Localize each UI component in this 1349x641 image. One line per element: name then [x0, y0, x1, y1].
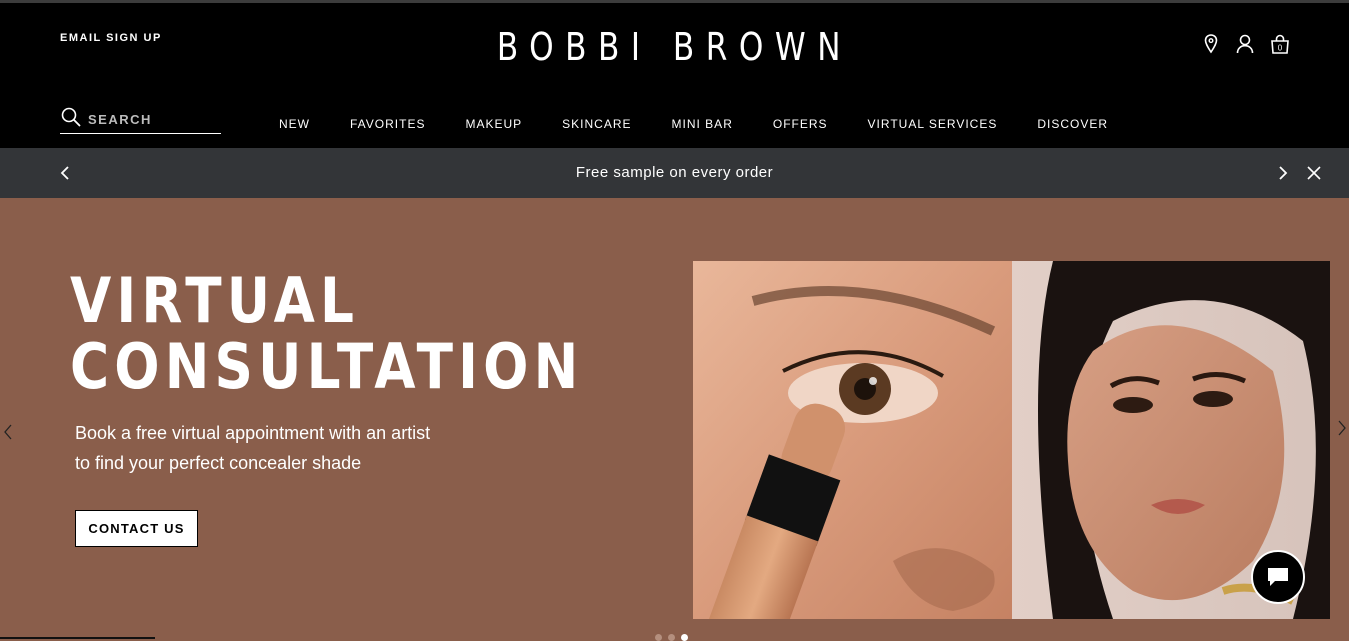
nav-item-offers[interactable]: OFFERS — [773, 117, 828, 131]
hero-image — [693, 261, 1330, 619]
carousel-dot-active[interactable] — [681, 634, 688, 641]
carousel-dot[interactable] — [668, 634, 675, 641]
bag-icon[interactable]: 0 — [1269, 33, 1289, 55]
nav-item-makeup[interactable]: MAKEUP — [465, 117, 522, 131]
header-icons: 0 — [1201, 33, 1289, 55]
carousel-dots — [655, 634, 688, 641]
hero-subtitle-line2: to find your perfect concealer shade — [75, 453, 362, 473]
chat-icon — [1268, 568, 1288, 586]
hero-title: VIRTUAL CONSULTATION — [70, 268, 583, 400]
nav-item-new[interactable]: NEW — [279, 117, 310, 131]
close-icon[interactable] — [1304, 162, 1324, 184]
promo-text: Free sample on every order — [575, 164, 774, 181]
promo-next-icon[interactable] — [1274, 162, 1294, 184]
chat-button[interactable] — [1251, 550, 1305, 604]
brand-logo[interactable]: BOBBI BROWN — [121, 25, 1227, 69]
nav-item-favorites[interactable]: FAVORITES — [350, 117, 425, 131]
hero-title-line1: VIRTUAL — [70, 264, 360, 337]
contact-us-button[interactable]: CONTACT US — [75, 510, 198, 547]
carousel-next-icon[interactable] — [1336, 418, 1348, 438]
nav-item-discover[interactable]: DISCOVER — [1037, 117, 1108, 131]
promo-banner: Free sample on every order — [0, 148, 1349, 198]
search-icon[interactable] — [60, 106, 82, 133]
account-icon[interactable] — [1235, 33, 1255, 55]
hero-title-line2: CONSULTATION — [70, 330, 584, 403]
main-nav: NEW FAVORITES MAKEUP SKINCARE MINI BAR O… — [279, 117, 1148, 131]
carousel-prev-icon[interactable] — [2, 422, 14, 442]
location-icon[interactable] — [1201, 33, 1221, 55]
hero-subtitle: Book a free virtual appointment with an … — [75, 418, 475, 478]
carousel-dot[interactable] — [655, 634, 662, 641]
bag-count: 0 — [1278, 44, 1283, 53]
search-input[interactable] — [88, 112, 218, 127]
nav-item-virtual-services[interactable]: VIRTUAL SERVICES — [868, 117, 998, 131]
search-bar — [60, 106, 221, 134]
site-header: EMAIL SIGN UP BOBBI BROWN 0 NEW FAVORITE… — [0, 3, 1349, 148]
hero-carousel: VIRTUAL CONSULTATION Book a free virtual… — [0, 198, 1349, 641]
nav-item-skincare[interactable]: SKINCARE — [562, 117, 631, 131]
nav-item-mini-bar[interactable]: MINI BAR — [672, 117, 733, 131]
hero-subtitle-line1: Book a free virtual appointment with an … — [75, 423, 431, 443]
